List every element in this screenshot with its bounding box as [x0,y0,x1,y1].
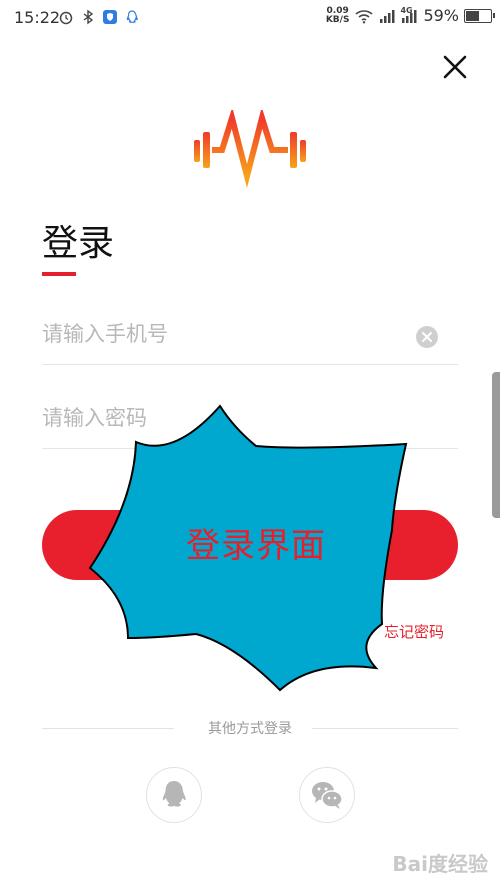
app-logo [194,110,306,188]
qq-status-icon [126,10,138,23]
status-time: 15:22 [14,8,61,27]
battery-fill [466,10,479,21]
status-bar: 15:22 0.09 KB/S 4G 59% [0,0,500,36]
shield-app-icon [103,10,117,24]
wechat-icon [312,782,343,809]
edge-scroll-handle[interactable] [492,372,500,518]
divider-line-right [312,728,458,729]
bluetooth-icon [83,9,94,25]
title-underline [42,272,76,276]
phone-field [42,304,458,365]
page-title: 登录 [42,223,115,264]
wifi-icon [355,9,373,23]
other-login-divider: 其他方式登录 [42,716,458,740]
alarm-icon [59,11,73,25]
battery-percent: 59% [423,6,459,25]
network-speed: 0.09 KB/S [325,6,350,25]
close-icon [443,55,467,79]
network-speed-unit: KB/S [325,14,350,25]
signal-icon-1 [380,9,395,23]
watermark: Bai度经验 [392,852,488,876]
battery-icon [464,8,495,23]
signal-icon-4g: 4G [400,6,418,24]
status-system-icons: 0.09 KB/S 4G 59% [325,6,495,25]
phone-input[interactable] [42,314,402,354]
clear-icon [422,332,432,342]
clear-phone-button[interactable] [416,326,438,348]
qq-login-button[interactable] [146,767,202,823]
close-button[interactable] [440,52,470,82]
status-notification-icons [58,9,140,25]
qq-icon [162,781,186,807]
annotation-label: 登录界面 [186,526,326,566]
wechat-login-button[interactable] [299,767,355,823]
